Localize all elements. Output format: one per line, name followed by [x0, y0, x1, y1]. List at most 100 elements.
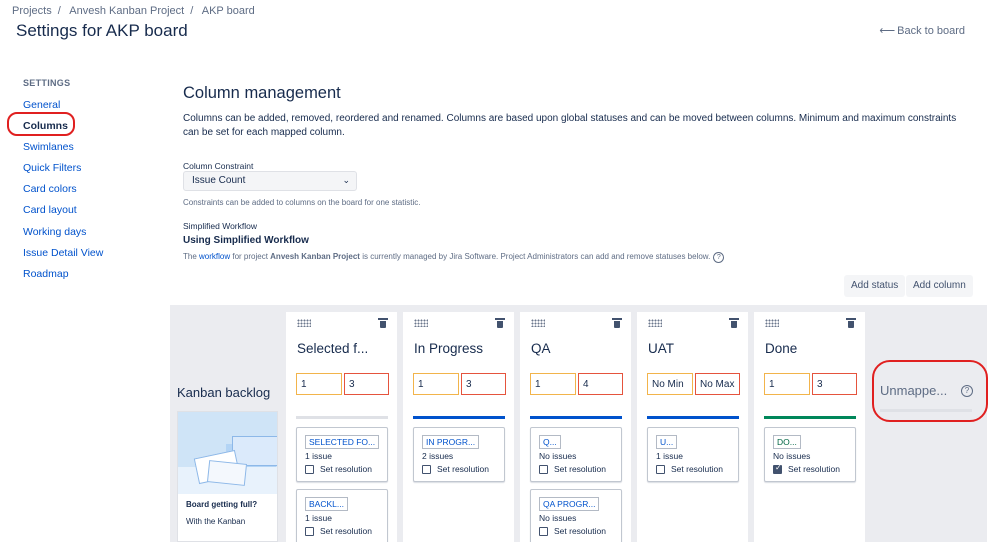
backlog-promo-card: Board getting full? With the Kanban: [177, 411, 278, 542]
board-column[interactable]: Selected f... 1 3 SELECTED FO... 1 issue…: [286, 312, 397, 542]
trash-icon[interactable]: [729, 318, 739, 328]
workflow-description: The workflow for project Anvesh Kanban P…: [183, 252, 883, 263]
checkbox-icon[interactable]: [422, 464, 431, 474]
column-min-input[interactable]: No Min: [647, 373, 693, 395]
workflow-project-name: Anvesh Kanban Project: [270, 252, 360, 261]
board-column[interactable]: In Progress 1 3 IN PROGR... 2 issues Set…: [403, 312, 514, 542]
checkbox-icon[interactable]: [539, 464, 548, 474]
column-max-input[interactable]: 4: [578, 373, 623, 395]
checkbox-icon[interactable]: [305, 464, 314, 474]
set-resolution-checkbox[interactable]: Set resolution: [773, 463, 840, 474]
workflow-desc-post: is currently managed by Jira Software. P…: [359, 252, 711, 261]
set-resolution-label: Set resolution: [554, 464, 606, 474]
drag-handle-icon[interactable]: [297, 319, 311, 327]
board-column[interactable]: Done 1 3 DO... No issues Set resolution: [754, 312, 865, 542]
trash-icon[interactable]: [378, 318, 388, 328]
status-card[interactable]: BACKL... 1 issue Set resolution: [296, 489, 388, 542]
column-max-input[interactable]: No Max: [695, 373, 740, 395]
trash-icon[interactable]: [846, 318, 856, 328]
status-lozenge: Q...: [539, 435, 561, 449]
status-lozenge: SELECTED FO...: [305, 435, 380, 449]
status-lozenge: QA PROGR...: [539, 497, 600, 511]
column-status-bar: [764, 416, 856, 419]
simplified-workflow-label: Simplified Workflow: [183, 221, 258, 231]
checkbox-icon[interactable]: [656, 464, 665, 474]
status-lozenge: DO...: [773, 435, 801, 449]
page-title: Settings for AKP board: [16, 21, 188, 40]
constraint-hint: Constraints can be added to columns on t…: [183, 198, 421, 207]
status-card[interactable]: Q... No issues Set resolution: [530, 427, 622, 482]
annotation-circle-unmapped: [872, 360, 988, 422]
board-column[interactable]: UAT No Min No Max U... 1 issue Set resol…: [637, 312, 748, 542]
column-max-input[interactable]: 3: [344, 373, 389, 395]
workflow-link[interactable]: workflow: [199, 252, 230, 261]
breadcrumb-project[interactable]: Anvesh Kanban Project: [69, 5, 184, 17]
issue-count: No issues: [539, 513, 577, 523]
set-resolution-checkbox[interactable]: Set resolution: [539, 526, 606, 536]
status-card[interactable]: QA PROGR... No issues Set resolution: [530, 489, 622, 542]
drag-handle-icon[interactable]: [765, 319, 779, 327]
drag-handle-icon[interactable]: [531, 319, 545, 327]
sidebar-item-swimlanes[interactable]: Swimlanes: [23, 140, 153, 161]
trash-icon[interactable]: [612, 318, 622, 328]
breadcrumb-board[interactable]: AKP board: [202, 5, 255, 17]
sidebar-item-card-colors[interactable]: Card colors: [23, 182, 153, 203]
set-resolution-checkbox[interactable]: Set resolution: [539, 464, 606, 474]
breadcrumb-projects[interactable]: Projects: [12, 5, 52, 17]
set-resolution-checkbox[interactable]: Set resolution: [656, 464, 723, 474]
backlog-illustration: [178, 412, 277, 494]
status-card[interactable]: DO... No issues Set resolution: [764, 427, 856, 482]
sidebar-item-roadmap[interactable]: Roadmap: [23, 267, 153, 288]
sidebar-item-issue-detail-view[interactable]: Issue Detail View: [23, 246, 153, 267]
set-resolution-label: Set resolution: [320, 526, 372, 536]
status-lozenge: U...: [656, 435, 678, 449]
section-description: Columns can be added, removed, reordered…: [183, 113, 957, 138]
status-card[interactable]: SELECTED FO... 1 issue Set resolution: [296, 427, 388, 482]
column-min-input[interactable]: 1: [296, 373, 342, 395]
column-name[interactable]: In Progress: [414, 341, 483, 356]
board-column[interactable]: QA 1 4 Q... No issues Set resolution QA …: [520, 312, 631, 542]
add-column-button[interactable]: Add column: [906, 275, 973, 297]
section-title: Column management: [183, 84, 341, 102]
back-to-board-label: Back to board: [897, 25, 965, 37]
column-min-input[interactable]: 1: [530, 373, 576, 395]
drag-handle-icon[interactable]: [648, 319, 662, 327]
column-status-bar: [296, 416, 388, 419]
status-card[interactable]: U... 1 issue Set resolution: [647, 427, 739, 482]
issue-count: No issues: [539, 451, 577, 461]
column-constraint-select[interactable]: Issue Count ⌄: [183, 171, 357, 191]
column-max-input[interactable]: 3: [812, 373, 857, 395]
set-resolution-checkbox[interactable]: Set resolution: [422, 464, 489, 474]
issue-count: 1 issue: [656, 451, 683, 461]
column-status-bar: [530, 416, 622, 419]
column-name[interactable]: Selected f...: [297, 341, 368, 356]
sidebar-item-card-layout[interactable]: Card layout: [23, 203, 153, 224]
column-name[interactable]: UAT: [648, 341, 674, 356]
status-card[interactable]: IN PROGR... 2 issues Set resolution: [413, 427, 505, 482]
checkbox-icon[interactable]: [305, 526, 314, 536]
column-min-input[interactable]: 1: [413, 373, 459, 395]
add-status-button[interactable]: Add status: [844, 275, 906, 297]
drag-handle-icon[interactable]: [414, 319, 428, 327]
column-status-bar: [413, 416, 505, 419]
sidebar-item-quick-filters[interactable]: Quick Filters: [23, 161, 153, 182]
settings-sidebar: SETTINGS General Columns Swimlanes Quick…: [23, 78, 153, 288]
set-resolution-label: Set resolution: [671, 464, 723, 474]
set-resolution-checkbox[interactable]: Set resolution: [305, 526, 372, 536]
checkbox-icon[interactable]: [539, 526, 548, 536]
column-constraint-value: Issue Count: [192, 175, 246, 186]
back-to-board-link[interactable]: ⟵ Back to board: [879, 24, 965, 37]
column-name[interactable]: QA: [531, 341, 551, 356]
checkbox-checked-icon[interactable]: [773, 463, 782, 474]
workflow-desc-pre: The: [183, 252, 200, 261]
breadcrumb: Projects / Anvesh Kanban Project / AKP boa…: [12, 5, 255, 17]
set-resolution-checkbox[interactable]: Set resolution: [305, 464, 372, 474]
status-lozenge: IN PROGR...: [422, 435, 480, 449]
column-max-input[interactable]: 3: [461, 373, 506, 395]
help-icon[interactable]: ?: [713, 252, 725, 263]
column-min-input[interactable]: 1: [764, 373, 810, 395]
sidebar-item-working-days[interactable]: Working days: [23, 225, 153, 246]
sidebar-heading: SETTINGS: [23, 78, 71, 88]
column-name[interactable]: Done: [765, 341, 797, 356]
trash-icon[interactable]: [495, 318, 505, 328]
